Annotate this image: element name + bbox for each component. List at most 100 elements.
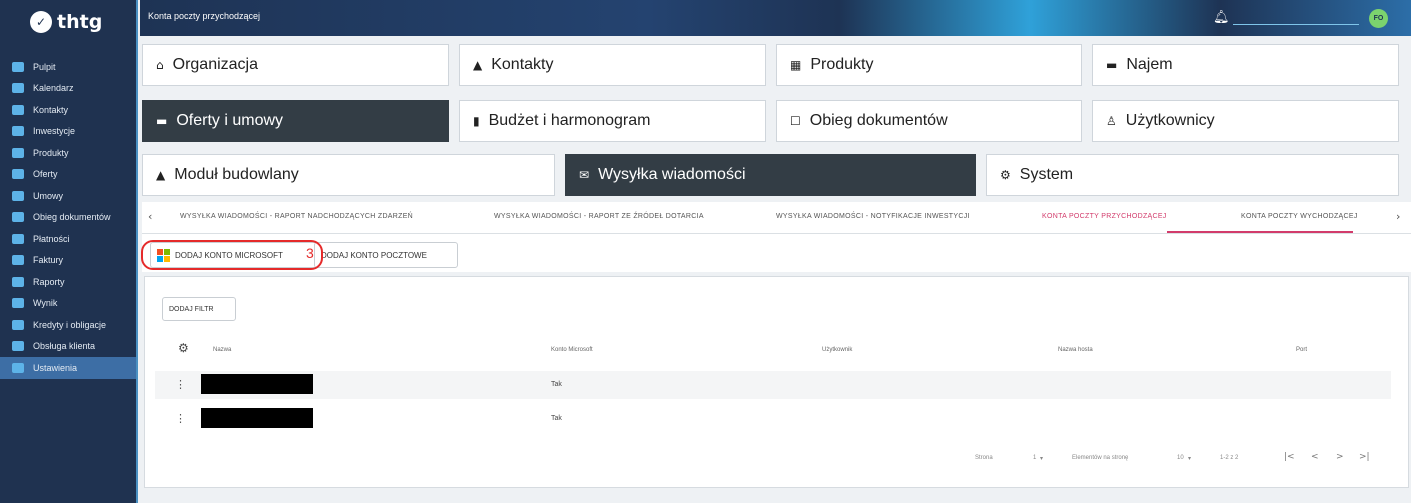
tab-konta-przychodzace[interactable]: KONTA POCZTY PRZYCHODZĄCEJ <box>1042 213 1167 220</box>
column-header-nazwa-hosta[interactable]: Nazwa hosta <box>1058 347 1093 353</box>
module-najem[interactable]: ▬ Najem <box>1092 44 1399 86</box>
module-system[interactable]: ⚙ System <box>986 154 1399 196</box>
sidebar-item-produkty[interactable]: Produkty <box>0 142 136 164</box>
active-tab-indicator <box>1167 231 1353 233</box>
sidebar-item-raporty[interactable]: Raporty <box>0 271 136 293</box>
module-obieg-dokumentow[interactable]: ☐ Obieg dokumentów <box>776 100 1082 142</box>
dashboard-icon <box>12 61 24 72</box>
chevron-left-icon[interactable]: ‹ <box>148 210 152 223</box>
sidebar-item-wynik[interactable]: Wynik <box>0 293 136 315</box>
bell-icon[interactable]: 🔔︎ <box>1213 9 1230 25</box>
annotation-number: 3 <box>306 245 314 261</box>
chart-pie-icon <box>12 276 24 287</box>
column-header-nazwa[interactable]: Nazwa <box>213 347 231 353</box>
sidebar-item-kredyty[interactable]: Kredyty i obligacje <box>0 314 136 336</box>
annotation-highlight <box>141 240 323 270</box>
tab-notyfikacje[interactable]: WYSYŁKA WIADOMOŚCI - NOTYFIKACJE INWESTY… <box>776 213 970 220</box>
sidebar: ✓ thtg Pulpit Kalendarz Kontakty Inwesty… <box>0 0 138 503</box>
table-row[interactable]: ⋮ Tak <box>155 405 1391 433</box>
car-icon: ▬ <box>1106 58 1118 72</box>
invoice-icon <box>12 255 24 266</box>
first-page-icon[interactable]: |< <box>1284 452 1295 462</box>
module-uzytkownicy[interactable]: ♙ Użytkownicy <box>1092 100 1399 142</box>
chevron-down-icon[interactable]: ▾ <box>1188 455 1191 462</box>
top-bar: Konta poczty przychodzącej 🔔︎ FO <box>140 0 1411 36</box>
tab-raport-zrodel[interactable]: WYSYŁKA WIADOMOŚCI - RAPORT ZE ŹRÓDEŁ DO… <box>494 213 704 220</box>
add-mail-account-button[interactable]: DODAJ KONTO POCZTOWE <box>314 242 458 268</box>
sidebar-nav: Pulpit Kalendarz Kontakty Inwestycje Pro… <box>0 56 136 379</box>
credit-card-icon <box>12 319 24 330</box>
gear-icon[interactable]: ⚙ <box>178 341 189 355</box>
sidebar-item-umowy[interactable]: Umowy <box>0 185 136 207</box>
row-menu-icon[interactable]: ⋮ <box>175 412 186 425</box>
add-filter-button[interactable]: DODAJ FILTR <box>162 297 236 321</box>
home-icon: ⌂ <box>156 58 164 72</box>
sidebar-item-kalendarz[interactable]: Kalendarz <box>0 78 136 100</box>
gear-icon: ⚙ <box>1000 168 1011 182</box>
warning-icon <box>12 341 24 352</box>
module-kontakty[interactable]: ▲ Kontakty <box>459 44 766 86</box>
module-budzet[interactable]: ▮ Budżet i harmonogram <box>459 100 766 142</box>
warning-icon: ▲ <box>156 168 166 182</box>
user-icon: ♙ <box>1106 114 1117 128</box>
sidebar-item-inwestycje[interactable]: Inwestycje <box>0 121 136 143</box>
per-page-label: Elementów na stronę <box>1072 455 1129 461</box>
store-icon <box>12 147 24 158</box>
person-icon: ▲ <box>473 58 483 72</box>
briefcase-icon <box>12 169 24 180</box>
last-page-icon[interactable]: >| <box>1359 452 1370 462</box>
redacted-name <box>201 408 313 428</box>
per-page-select[interactable]: 10 <box>1177 455 1184 461</box>
document-icon: ☐ <box>790 114 801 128</box>
column-header-konto-microsoft[interactable]: Konto Microsoft <box>551 347 593 353</box>
tab-konta-wychodzace[interactable]: KONTA POCZTY WYCHODZĄCEJ <box>1241 213 1358 220</box>
cell-konto-microsoft: Tak <box>551 415 562 422</box>
result-icon <box>12 298 24 309</box>
gear-icon <box>12 362 24 373</box>
calendar-icon <box>12 83 24 94</box>
redacted-name <box>201 374 313 394</box>
page-label: Strona <box>975 455 993 461</box>
sidebar-item-pulpit[interactable]: Pulpit <box>0 56 136 78</box>
chevron-right-icon[interactable]: › <box>1396 210 1400 223</box>
chevron-down-icon[interactable]: ▾ <box>1040 455 1043 462</box>
logo-text: thtg <box>57 11 103 33</box>
folder-icon <box>12 190 24 201</box>
sidebar-item-oferty[interactable]: Oferty <box>0 164 136 186</box>
module-budowlany[interactable]: ▲ Moduł budowlany <box>142 154 555 196</box>
module-produkty[interactable]: ▦ Produkty <box>776 44 1082 86</box>
range-label: 1-2 z 2 <box>1220 455 1239 461</box>
module-wysylka-wiadomosci[interactable]: ✉ Wysyłka wiadomości <box>565 154 976 196</box>
avatar[interactable]: FO <box>1369 9 1388 28</box>
search-underline[interactable] <box>1233 24 1359 25</box>
cell-konto-microsoft: Tak <box>551 381 562 388</box>
column-header-port[interactable]: Port <box>1296 347 1307 353</box>
store-icon: ▦ <box>790 58 802 72</box>
folder-icon: ▬ <box>156 114 168 128</box>
module-organizacja[interactable]: ⌂ Organizacja <box>142 44 449 86</box>
budget-icon: ▮ <box>473 114 480 128</box>
column-header-uzytkownik[interactable]: Użytkownik <box>822 347 852 353</box>
sidebar-item-kontakty[interactable]: Kontakty <box>0 99 136 121</box>
next-page-icon[interactable]: > <box>1336 452 1344 462</box>
sidebar-item-obsluga-klienta[interactable]: Obsługa klienta <box>0 336 136 358</box>
dollar-icon <box>12 233 24 244</box>
tab-bar: ‹ WYSYŁKA WIADOMOŚCI - RAPORT NADCHODZĄC… <box>142 202 1411 234</box>
mail-icon: ✉ <box>579 168 590 182</box>
sidebar-item-ustawienia[interactable]: Ustawienia <box>0 357 136 379</box>
action-bar: DODAJ KONTO MICROSOFT DODAJ KONTO POCZTO… <box>142 234 1411 272</box>
page-title: Konta poczty przychodzącej <box>148 11 261 21</box>
investments-icon <box>12 126 24 137</box>
app-logo[interactable]: ✓ thtg <box>0 0 136 44</box>
sidebar-item-faktury[interactable]: Faktury <box>0 250 136 272</box>
accounts-panel: DODAJ FILTR ⚙ Nazwa Konto Microsoft Użyt… <box>144 276 1409 488</box>
table-row[interactable]: ⋮ Tak <box>155 371 1391 399</box>
sidebar-item-platnosci[interactable]: Płatności <box>0 228 136 250</box>
sidebar-item-obieg-dokumentow[interactable]: Obieg dokumentów <box>0 207 136 229</box>
row-menu-icon[interactable]: ⋮ <box>175 378 186 391</box>
page-select[interactable]: 1 <box>1033 455 1036 461</box>
module-oferty-i-umowy[interactable]: ▬ Oferty i umowy <box>142 100 449 142</box>
document-icon <box>12 212 24 223</box>
previous-page-icon[interactable]: < <box>1311 452 1319 462</box>
tab-raport-zdarzen[interactable]: WYSYŁKA WIADOMOŚCI - RAPORT NADCHODZĄCYC… <box>180 213 413 220</box>
